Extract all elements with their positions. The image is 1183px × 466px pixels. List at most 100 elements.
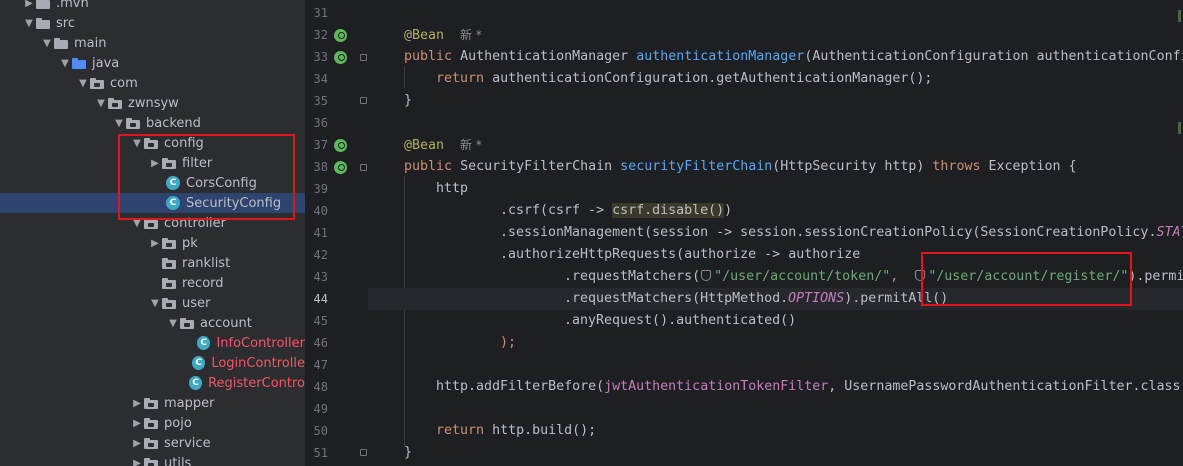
line-number: 43 (313, 270, 328, 284)
tree-item-mapper[interactable]: ▶ mapper (0, 393, 305, 413)
indent-guide (404, 176, 405, 446)
chevron-right-icon[interactable]: ▶ (148, 238, 162, 249)
code-line-43: .requestMatchers("/user/account/token/",… (564, 269, 1183, 284)
code-line-41: .sessionManagement(session -> session.se… (500, 225, 1183, 240)
line-number: 31 (313, 6, 328, 20)
line-number: 34 (313, 72, 328, 86)
code-line-44-current: .requestMatchers(HttpMethod.OPTIONS).per… (368, 288, 1183, 310)
chevron-down-icon[interactable]: ▼ (22, 18, 36, 29)
tree-item-config[interactable]: ▼ config (0, 133, 305, 153)
chevron-down-icon[interactable]: ▼ (112, 118, 126, 129)
package-icon (162, 157, 176, 169)
tree-item-filter[interactable]: ▶ filter (0, 153, 305, 173)
tree-item-pojo[interactable]: ▶ pojo (0, 413, 305, 433)
tree-item-backend[interactable]: ▼ backend (0, 113, 305, 133)
class-icon: C (189, 376, 203, 390)
chevron-down-icon[interactable]: ▼ (94, 98, 108, 109)
class-icon: C (196, 336, 211, 350)
code-line-50: return http.build(); (436, 423, 597, 438)
fold-icon[interactable] (360, 449, 367, 456)
tree-item-pk[interactable]: ▶ pk (0, 233, 305, 253)
line-number: 33 (313, 50, 328, 64)
url-path-icon (915, 270, 926, 281)
folder-icon (36, 0, 50, 9)
code-line-40: .csrf(csrf -> csrf.disable()) (500, 203, 733, 218)
package-icon (162, 237, 176, 249)
tree-item-java[interactable]: ▼ java (0, 53, 305, 73)
chevron-down-icon[interactable]: ▼ (58, 58, 72, 69)
line-number: 50 (313, 424, 328, 438)
tree-item-user[interactable]: ▼ user (0, 293, 305, 313)
code-line-51: } (404, 445, 413, 460)
chevron-down-icon[interactable]: ▼ (148, 298, 162, 309)
code-line-37: @Bean 新 * (404, 138, 482, 153)
folder-icon (54, 37, 68, 49)
indent-guide (404, 66, 405, 88)
spring-bean-icon[interactable] (334, 161, 347, 174)
tree-item-registercontroller[interactable]: C RegisterContro (0, 373, 305, 393)
chevron-right-icon[interactable]: ▶ (130, 398, 144, 409)
line-number: 36 (313, 116, 328, 130)
tree-item-src[interactable]: ▼ src (0, 13, 305, 33)
editor-gutter: 31 32 33 34 35 36 37 38 39 40 41 42 43 4… (306, 0, 368, 466)
tree-item-mvn[interactable]: ▶ .mvn (0, 0, 305, 13)
line-number: 46 (313, 336, 328, 350)
tree-item-ranklist[interactable]: ranklist (0, 253, 305, 273)
tree-item-infocontroller[interactable]: C InfoController (0, 333, 305, 353)
fold-icon[interactable] (360, 54, 367, 61)
line-number: 45 (313, 314, 328, 328)
spring-bean-icon[interactable] (334, 29, 347, 42)
package-icon (144, 397, 158, 409)
package-icon (108, 97, 122, 109)
tree-item-securityconfig[interactable]: C SecurityConfig (0, 193, 305, 213)
line-number: 51 (313, 446, 328, 460)
tree-item-zwnsyw[interactable]: ▼ zwnsyw (0, 93, 305, 113)
tree-item-controller[interactable]: ▼ controller (0, 213, 305, 233)
chevron-right-icon[interactable]: ▶ (130, 418, 144, 429)
url-path-icon (701, 270, 712, 281)
chevron-right-icon[interactable]: ▶ (130, 458, 144, 466)
chevron-right-icon[interactable]: ▶ (148, 158, 162, 169)
chevron-right-icon[interactable]: ▶ (22, 0, 36, 9)
class-icon: C (166, 196, 180, 210)
line-number: 39 (313, 182, 328, 196)
folder-icon (36, 17, 50, 29)
package-icon (180, 317, 194, 329)
class-icon: C (192, 356, 206, 370)
package-icon (144, 217, 158, 229)
code-line-48: http.addFilterBefore(jwtAuthenticationTo… (436, 379, 1183, 394)
line-number: 47 (313, 358, 328, 372)
tree-item-main[interactable]: ▼ main (0, 33, 305, 53)
tree-item-record[interactable]: record (0, 273, 305, 293)
chevron-down-icon[interactable]: ▼ (130, 138, 144, 149)
fold-icon[interactable] (360, 97, 367, 104)
code-line-45: .anyRequest().authenticated() (564, 313, 797, 328)
chevron-down-icon[interactable]: ▼ (130, 218, 144, 229)
scrollbar-marker[interactable] (1178, 122, 1181, 134)
line-number: 40 (313, 204, 328, 218)
code-line-46: ); (500, 335, 517, 350)
spring-bean-icon[interactable] (334, 139, 347, 152)
fold-icon[interactable] (360, 164, 367, 171)
code-line-38: public SecurityFilterChain securityFilte… (404, 159, 1077, 174)
line-number: 38 (313, 160, 328, 174)
chevron-down-icon[interactable]: ▼ (40, 38, 54, 49)
class-icon: C (166, 176, 180, 190)
package-icon (90, 77, 104, 89)
scrollbar-marker[interactable] (1178, 10, 1181, 22)
code-line-35: } (404, 93, 413, 108)
code-line-32: @Bean 新 * (404, 28, 482, 43)
tree-item-service[interactable]: ▶ service (0, 433, 305, 453)
code-editor[interactable]: @Bean 新 * public AuthenticationManager a… (368, 0, 1183, 466)
tree-item-logincontroller[interactable]: C LoginControlle (0, 353, 305, 373)
tree-item-utils[interactable]: ▶ utils (0, 453, 305, 466)
tree-item-corsconfig[interactable]: C CorsConfig (0, 173, 305, 193)
spring-bean-icon[interactable] (334, 51, 347, 64)
package-icon (162, 277, 176, 289)
chevron-right-icon[interactable]: ▶ (130, 438, 144, 449)
tree-item-account[interactable]: ▼ account (0, 313, 305, 333)
chevron-down-icon[interactable]: ▼ (76, 78, 90, 89)
code-line-39: http (436, 181, 469, 196)
tree-item-com[interactable]: ▼ com (0, 73, 305, 93)
chevron-down-icon[interactable]: ▼ (166, 318, 180, 329)
